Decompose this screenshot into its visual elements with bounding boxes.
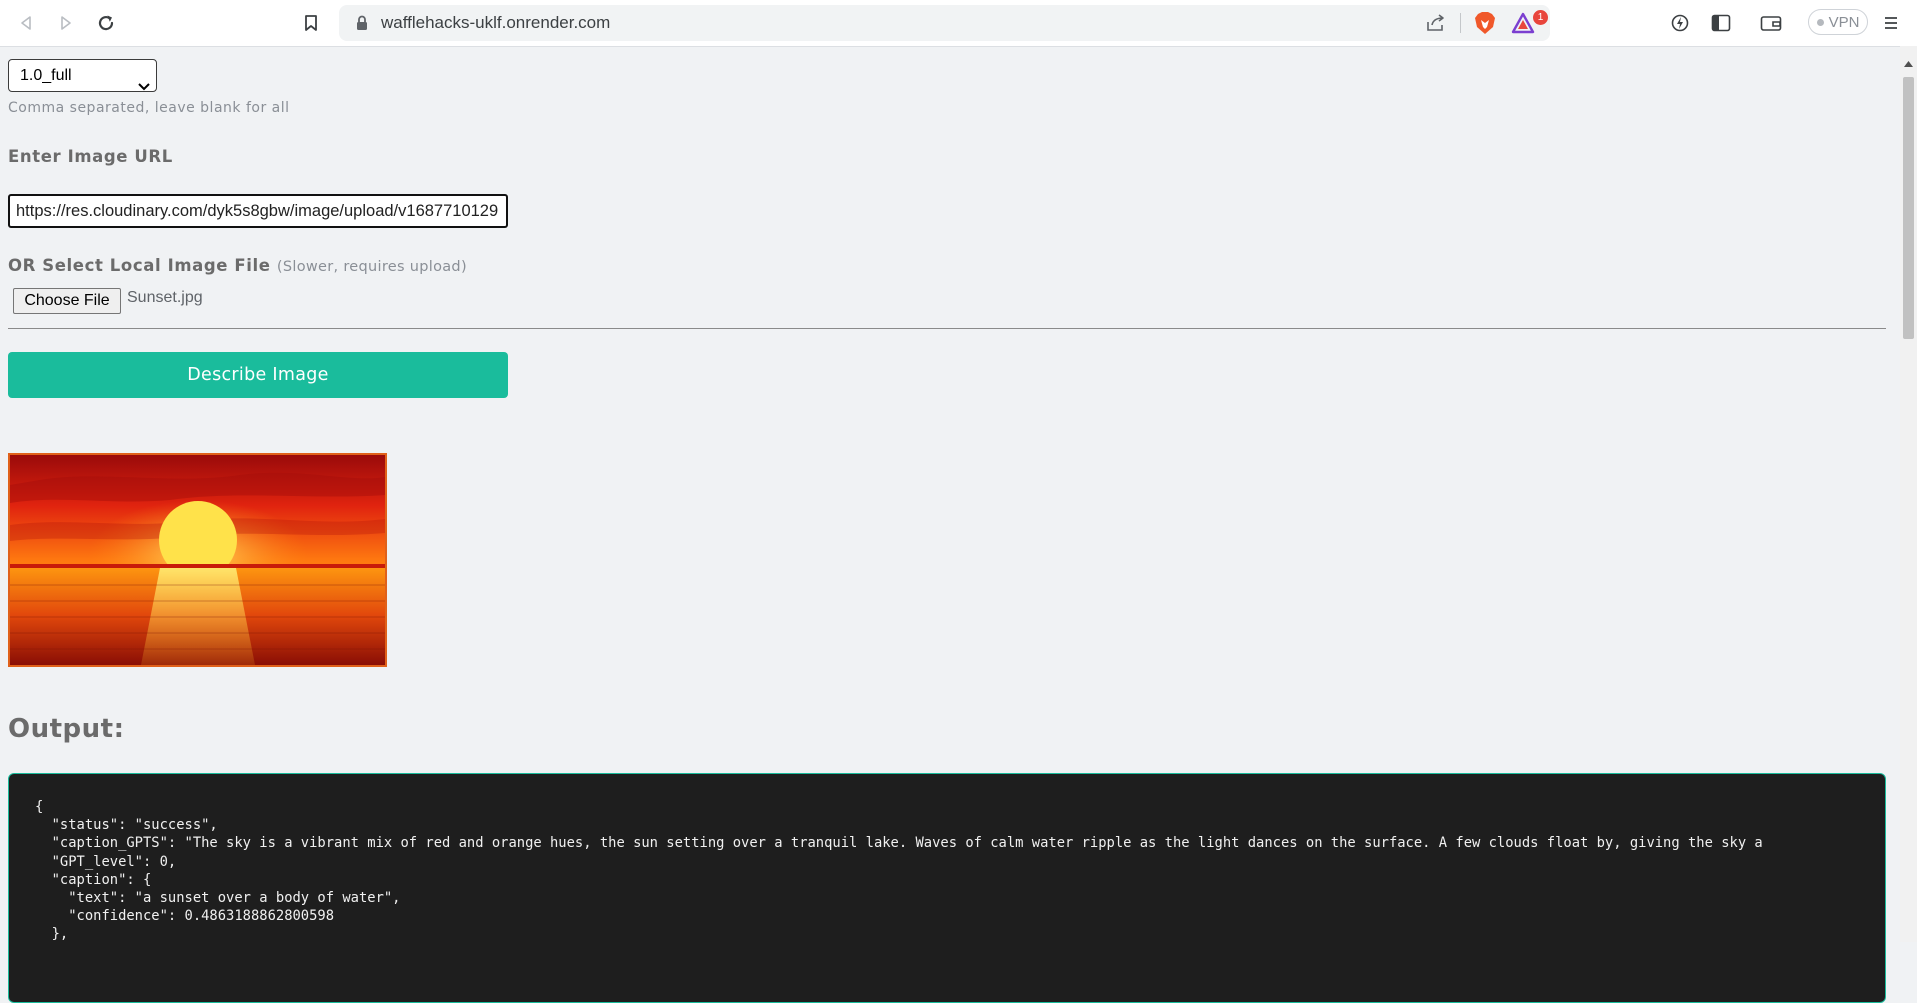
- image-url-label: Enter Image URL: [8, 147, 173, 166]
- output-json-box: { "status": "success", "caption_GPTS": "…: [8, 773, 1886, 1003]
- choose-file-button[interactable]: Choose File: [13, 288, 121, 314]
- lock-icon: [356, 15, 368, 35]
- model-hint: Comma separated, leave blank for all: [8, 100, 290, 116]
- url-divider: [1460, 13, 1461, 33]
- chevron-down-icon: [138, 71, 150, 102]
- address-bar[interactable]: wafflehacks-uklf.onrender.com: [339, 5, 1550, 41]
- share-icon[interactable]: [1426, 14, 1446, 36]
- wallet-icon[interactable]: [1758, 10, 1784, 36]
- model-select[interactable]: 1.0_full: [8, 59, 157, 92]
- scroll-thumb[interactable]: [1903, 77, 1914, 339]
- local-file-label-text: OR Select Local Image File: [8, 256, 271, 275]
- url-text: wafflehacks-uklf.onrender.com: [381, 13, 611, 32]
- sidebar-icon[interactable]: [1708, 10, 1734, 36]
- vpn-label: VPN: [1828, 13, 1860, 31]
- model-select-value: 1.0_full: [20, 67, 72, 84]
- selected-file-name: Sunset.jpg: [127, 289, 203, 306]
- divider: [8, 328, 1886, 329]
- menu-icon[interactable]: [1878, 10, 1904, 36]
- back-arrow-icon[interactable]: [13, 10, 39, 36]
- vpn-button[interactable]: VPN: [1808, 9, 1868, 35]
- vpn-status-dot: [1816, 18, 1824, 26]
- output-heading: Output:: [8, 714, 125, 744]
- reload-icon[interactable]: [93, 10, 119, 36]
- output-json-text: { "status": "success", "caption_GPTS": "…: [35, 799, 1763, 943]
- scroll-up-icon[interactable]: [1904, 52, 1913, 71]
- rewards-badge: 1: [1533, 10, 1548, 25]
- describe-image-button[interactable]: Describe Image: [8, 352, 508, 398]
- local-file-note: (Slower, requires upload): [276, 259, 467, 275]
- leo-icon[interactable]: [1667, 10, 1693, 36]
- sunset-image: [10, 455, 385, 665]
- page-content: 1.0_full Comma separated, leave blank fo…: [0, 46, 1900, 1003]
- image-url-input[interactable]: https://res.cloudinary.com/dyk5s8gbw/ima…: [8, 194, 508, 228]
- brave-rewards-icon[interactable]: [1511, 12, 1535, 38]
- page-scrollbar[interactable]: [1900, 46, 1917, 942]
- browser-toolbar: wafflehacks-uklf.onrender.com 1 VPN: [0, 0, 1917, 47]
- image-preview: [8, 453, 387, 667]
- forward-arrow-icon[interactable]: [53, 10, 79, 36]
- brave-lion-icon[interactable]: [1474, 11, 1496, 39]
- local-file-label: OR Select Local Image File (Slower, requ…: [8, 256, 467, 275]
- image-url-value: https://res.cloudinary.com/dyk5s8gbw/ima…: [16, 202, 499, 220]
- bookmark-icon[interactable]: [298, 10, 324, 36]
